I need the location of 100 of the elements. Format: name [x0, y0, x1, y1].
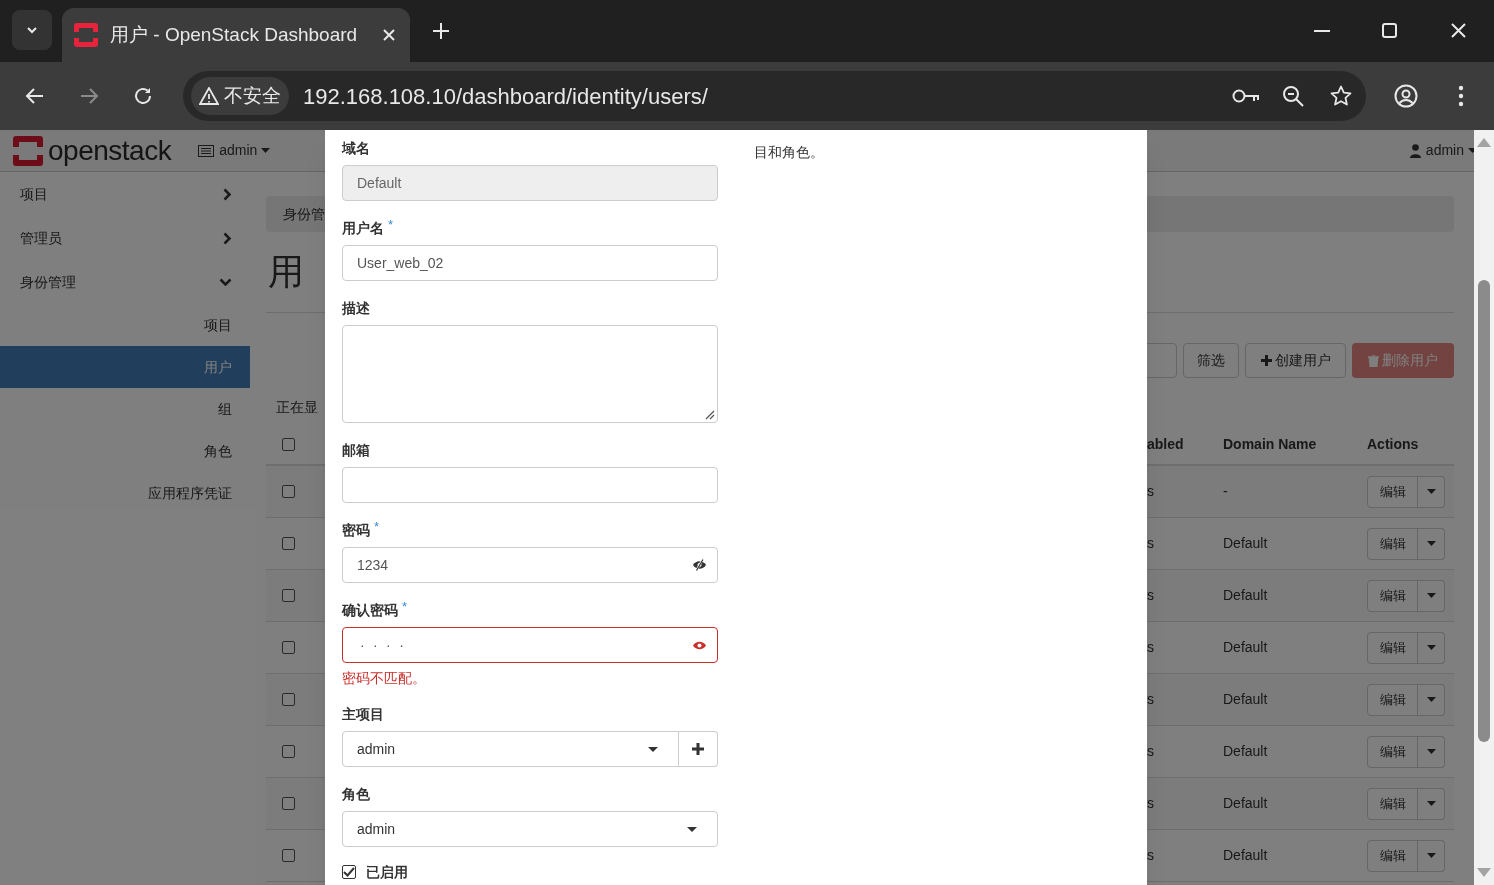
dropdown-button[interactable] — [1418, 839, 1445, 872]
close-icon[interactable] — [1451, 23, 1466, 38]
field-label: 确认密码 — [342, 601, 398, 620]
scroll-down-icon[interactable] — [1477, 868, 1491, 877]
caret-icon — [1426, 541, 1436, 546]
star-icon[interactable] — [1330, 85, 1352, 107]
checkbox[interactable] — [282, 641, 295, 654]
check-icon — [343, 867, 355, 877]
caret-icon — [261, 148, 271, 153]
column-header: Actions — [1366, 435, 1420, 454]
table-cell-text: Default — [1222, 846, 1269, 865]
filter-button[interactable]: 筛选 — [1183, 343, 1239, 378]
required-mark: * — [388, 218, 394, 232]
select-field[interactable]: admin — [342, 811, 718, 847]
edit-button[interactable]: 编辑 — [1367, 839, 1418, 872]
checkbox[interactable] — [282, 797, 295, 810]
field-label: 密码 — [342, 521, 370, 540]
dropdown-button[interactable] — [1418, 579, 1445, 612]
sidebar-item[interactable]: 管理员 — [0, 216, 250, 260]
edit-button[interactable]: 编辑 — [1367, 631, 1418, 664]
page-heading: 用 — [268, 254, 304, 290]
field-label: 角色 — [342, 785, 370, 804]
dropdown-button[interactable] — [1418, 735, 1445, 768]
password-field[interactable]: 1234 — [342, 547, 718, 583]
checkbox[interactable] — [282, 849, 295, 862]
caret-icon — [1426, 645, 1436, 650]
browser-tab[interactable]: 用户 - OpenStack Dashboard — [62, 8, 410, 62]
warning-icon — [199, 87, 219, 105]
dropdown-button[interactable] — [1418, 475, 1445, 508]
scroll-up-icon[interactable] — [1477, 138, 1491, 147]
edit-button[interactable]: 编辑 — [1367, 475, 1418, 508]
sidebar-item[interactable]: 身份管理 — [0, 260, 250, 304]
key-icon[interactable] — [1232, 88, 1260, 104]
sidebar-item[interactable]: 用户 — [0, 346, 250, 388]
dropdown-button[interactable] — [1418, 683, 1445, 716]
checkbox[interactable] — [282, 693, 295, 706]
eye-slash-icon[interactable] — [692, 559, 707, 571]
caret-icon — [1468, 148, 1474, 153]
edit-button[interactable]: 编辑 — [1367, 527, 1418, 560]
tab-title: 用户 - OpenStack Dashboard — [110, 22, 359, 47]
dropdown-button[interactable] — [1418, 527, 1445, 560]
security-chip[interactable]: 不安全 — [191, 77, 289, 115]
field-label: 描述 — [342, 299, 370, 318]
checkbox[interactable] — [282, 485, 295, 498]
sidebar-item[interactable]: 项目 — [0, 172, 250, 216]
maximize-icon[interactable] — [1382, 23, 1397, 38]
sidebar-item[interactable]: 组 — [0, 388, 250, 430]
close-icon[interactable] — [382, 28, 396, 42]
menu-icon[interactable] — [1458, 85, 1464, 107]
table-cell-text: s — [1147, 690, 1155, 709]
table-cell-text: s — [1147, 534, 1155, 553]
new-tab-icon[interactable] — [432, 22, 450, 40]
create-user-button[interactable]: 创建用户 — [1245, 343, 1346, 378]
edit-button[interactable]: 编辑 — [1367, 787, 1418, 820]
address-bar[interactable]: 不安全 192.168.108.10/dashboard/identity/users/ — [183, 71, 1366, 121]
select-field[interactable]: admin — [342, 731, 679, 767]
field-label: 域名 — [342, 139, 370, 158]
edit-button[interactable]: 编辑 — [1367, 683, 1418, 716]
input-field[interactable]: User_web_02 — [342, 245, 718, 281]
table-cell-text: s — [1147, 586, 1155, 605]
project-menu[interactable]: admin — [198, 140, 271, 161]
field-label: 邮箱 — [342, 441, 370, 460]
caret-icon — [687, 826, 697, 832]
breadcrumb-link[interactable]: 身份管 — [283, 203, 325, 225]
dropdown-button[interactable] — [1418, 631, 1445, 664]
resize-handle-icon[interactable] — [705, 410, 715, 420]
user-menu[interactable]: admin — [1409, 140, 1474, 161]
edit-button[interactable]: 编辑 — [1367, 579, 1418, 612]
checkbox[interactable] — [342, 865, 356, 879]
caret-icon — [1426, 801, 1436, 806]
sidebar-item[interactable]: 角色 — [0, 430, 250, 472]
profile-icon[interactable] — [1394, 84, 1418, 108]
scroll-thumb[interactable] — [1478, 280, 1490, 742]
url-text: 192.168.108.10/dashboard/identity/users/ — [303, 82, 709, 111]
table-cell-text: Default — [1222, 534, 1269, 553]
sidebar-item[interactable]: 项目 — [0, 304, 250, 346]
scrollbar[interactable] — [1474, 130, 1494, 885]
checkbox[interactable] — [282, 745, 295, 758]
add-button[interactable] — [679, 731, 718, 767]
caret-icon — [648, 746, 658, 752]
reload-icon[interactable] — [133, 86, 153, 106]
user-icon — [1409, 143, 1421, 158]
dropdown-button[interactable] — [1418, 787, 1445, 820]
caret-icon — [1426, 853, 1436, 858]
sidebar-item[interactable]: 应用程序凭证 — [0, 472, 250, 514]
edit-button[interactable]: 编辑 — [1367, 735, 1418, 768]
checkbox[interactable] — [282, 589, 295, 602]
eye-icon[interactable] — [692, 639, 707, 651]
trash-icon — [1368, 354, 1379, 367]
password-field[interactable]: ···· — [342, 627, 718, 663]
zoom-icon[interactable] — [1282, 85, 1304, 107]
back-icon[interactable] — [25, 86, 45, 106]
checkbox[interactable] — [282, 537, 295, 550]
input-field[interactable] — [342, 467, 718, 503]
required-mark: * — [374, 520, 380, 534]
field-label: 主项目 — [342, 705, 384, 724]
checkbox[interactable] — [282, 438, 295, 451]
table-cell-text: s — [1147, 794, 1155, 813]
table-cell-text: Default — [1222, 586, 1269, 605]
column-header: abled — [1147, 435, 1185, 454]
